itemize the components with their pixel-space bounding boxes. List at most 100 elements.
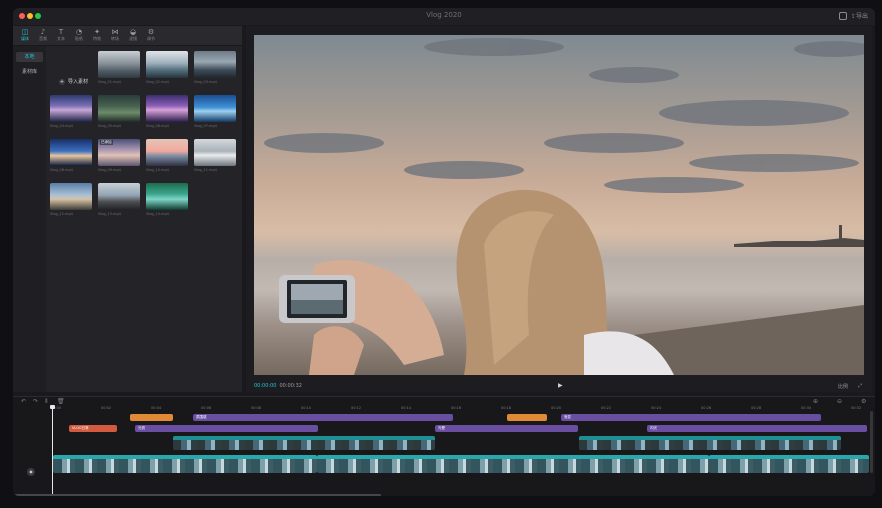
media-caption: Vlog_14.mp4 [146, 212, 169, 216]
clip-label: Vlog_02.mp4 [319, 455, 342, 459]
tab-label: 调节 [147, 36, 155, 41]
text-clip[interactable]: VLOG日常 [69, 425, 117, 432]
media-caption: Vlog_01.mp4 [98, 80, 121, 84]
media-thumbnail[interactable] [146, 95, 188, 122]
audio-icon: ♪ [40, 28, 46, 36]
preview-panel: 00:00:00 00:00:32 ▶ 比例 ⤢ [246, 26, 872, 392]
ruler-label: 00:14 [401, 406, 412, 410]
effect-clip[interactable]: 闪光 [647, 425, 867, 432]
ruler-label: 00:26 [701, 406, 712, 410]
subnav-item[interactable]: 素材库 [16, 67, 43, 77]
media-thumbnail[interactable] [50, 183, 92, 210]
media-caption: Vlog_13.mp4 [98, 212, 121, 216]
media-thumbnail[interactable] [50, 139, 92, 166]
subnav-item[interactable]: 本地 [16, 52, 43, 62]
tab-text[interactable]: T 文本 [53, 28, 69, 42]
app-window: Vlog 2020 ⇪导出 ◫ 媒体 ♪ 音频 T 文本 ◔ 贴纸 ✦ 特效 ⋈ 转场 ◒ 滤镜 ⚙ 调节 本… [13, 8, 875, 496]
media-thumbnail[interactable] [194, 139, 236, 166]
vertical-scrollbar[interactable] [870, 411, 873, 473]
media-caption: Vlog_05.mp4 [98, 124, 121, 128]
plus-icon: + [59, 79, 65, 85]
title-bar: Vlog 2020 ⇪导出 [13, 8, 875, 25]
tab-sticker[interactable]: ◔ 贴纸 [71, 28, 87, 42]
ruler-label: 00:18 [501, 406, 512, 410]
media-caption: Vlog_09.mp4 [98, 168, 121, 172]
tab-adjust[interactable]: ⚙ 调节 [143, 28, 159, 42]
ruler-label: 00:30 [801, 406, 812, 410]
effect-clip[interactable] [130, 414, 173, 421]
redo-icon[interactable]: ↷ [33, 398, 38, 405]
tab-filter[interactable]: ◒ 滤镜 [125, 28, 141, 42]
aspect-ratio-button[interactable]: 比例 [838, 383, 848, 390]
pip-video-clip[interactable]: Vlog_09.mp4 [579, 436, 841, 450]
fullscreen-button[interactable]: ⤢ [858, 383, 862, 389]
time-ruler[interactable]: 00:00 00:02 00:04 00:06 00:08 00:10 00:12 00:14… [51, 406, 873, 414]
media-caption: Vlog_04.mp4 [50, 124, 73, 128]
undo-icon[interactable]: ↶ [21, 398, 26, 405]
media-subnav: 本地 素材库 [13, 46, 46, 392]
media-thumbnail[interactable] [98, 95, 140, 122]
media-thumbnail[interactable]: 已添加 [98, 139, 140, 166]
media-thumbnail[interactable] [146, 183, 188, 210]
media-thumbnail[interactable] [146, 139, 188, 166]
ruler-label: 00:06 [201, 406, 212, 410]
preview-video[interactable] [254, 35, 864, 375]
split-icon[interactable]: ⫴ [45, 398, 48, 406]
main-video-clip[interactable]: Vlog_03.mp4 [709, 455, 869, 473]
media-caption: Vlog_11.mp4 [194, 168, 217, 172]
media-icon: ◫ [21, 28, 29, 36]
export-label: 导出 [856, 13, 869, 20]
clip-label: Vlog_05.mp4 [175, 436, 198, 440]
horizontal-scrollbar[interactable] [13, 494, 381, 496]
timeline-panel: ↶ ↷ ⫴ 🗑 ⊕ ⊖ ⚙ 00:00 00:02 00:04 00:06 00:08 00:10 00… [13, 396, 875, 496]
tab-effects[interactable]: ✦ 特效 [89, 28, 105, 42]
media-caption: Vlog_08.mp4 [50, 168, 73, 172]
tab-transition[interactable]: ⋈ 转场 [107, 28, 123, 42]
main-video-clip[interactable]: Vlog_02.mp4 [317, 455, 709, 473]
effect-clip[interactable] [507, 414, 547, 421]
added-badge: 已添加 [100, 140, 113, 145]
media-caption: Vlog_07.mp4 [194, 124, 217, 128]
play-button[interactable]: ▶ [558, 382, 563, 389]
main-video-clip[interactable]: Vlog_01.mp4 [53, 455, 317, 473]
timeline-settings-icon[interactable]: ⚙ [861, 398, 866, 405]
effect-clip[interactable]: 渐变 [561, 414, 821, 421]
main-track-icon[interactable]: ◉ [27, 468, 35, 476]
ruler-label: 00:20 [551, 406, 562, 410]
ruler-label: 00:08 [251, 406, 262, 410]
pip-video-clip[interactable]: Vlog_05.mp4 [173, 436, 435, 450]
tab-label: 媒体 [21, 36, 29, 41]
category-toolbar: ◫ 媒体 ♪ 音频 T 文本 ◔ 贴纸 ✦ 特效 ⋈ 转场 ◒ 滤镜 ⚙ 调节 [13, 26, 242, 46]
zoom-out-icon[interactable]: ⊖ [837, 398, 842, 405]
media-caption: Vlog_02.mp4 [146, 80, 169, 84]
media-thumbnail[interactable] [98, 183, 140, 210]
media-thumbnail[interactable] [50, 95, 92, 122]
effect-clip[interactable]: 光斑 [135, 425, 318, 432]
export-button[interactable]: ⇪导出 [851, 11, 868, 20]
media-caption: Vlog_06.mp4 [146, 124, 169, 128]
ruler-label: 00:02 [101, 406, 112, 410]
ruler-label: 00:12 [351, 406, 362, 410]
import-media-button[interactable]: + 导入素材 [59, 78, 88, 85]
filter-icon: ◒ [129, 28, 137, 36]
tab-audio[interactable]: ♪ 音频 [35, 28, 51, 42]
tab-label: 特效 [93, 36, 101, 41]
zoom-in-icon[interactable]: ⊕ [813, 398, 818, 405]
ruler-label: 00:22 [601, 406, 612, 410]
media-caption: Vlog_10.mp4 [146, 168, 169, 172]
media-thumbnail[interactable] [146, 51, 188, 78]
clip-label: Vlog_09.mp4 [581, 436, 604, 440]
clip-label: Vlog_03.mp4 [711, 455, 734, 459]
media-thumbnail[interactable] [194, 51, 236, 78]
media-thumbnail[interactable] [194, 95, 236, 122]
effect-clip[interactable]: 氛围感 [193, 414, 453, 421]
playhead[interactable] [50, 405, 55, 496]
settings-icon[interactable] [839, 12, 847, 20]
import-media-label: 导入素材 [68, 79, 89, 85]
ruler-label: 00:04 [151, 406, 162, 410]
effect-clip[interactable]: 光晕 [435, 425, 578, 432]
media-thumbnail[interactable] [98, 51, 140, 78]
current-time: 00:00:00 [254, 383, 277, 389]
tab-media[interactable]: ◫ 媒体 [17, 28, 33, 42]
delete-icon[interactable]: 🗑 [57, 398, 65, 405]
